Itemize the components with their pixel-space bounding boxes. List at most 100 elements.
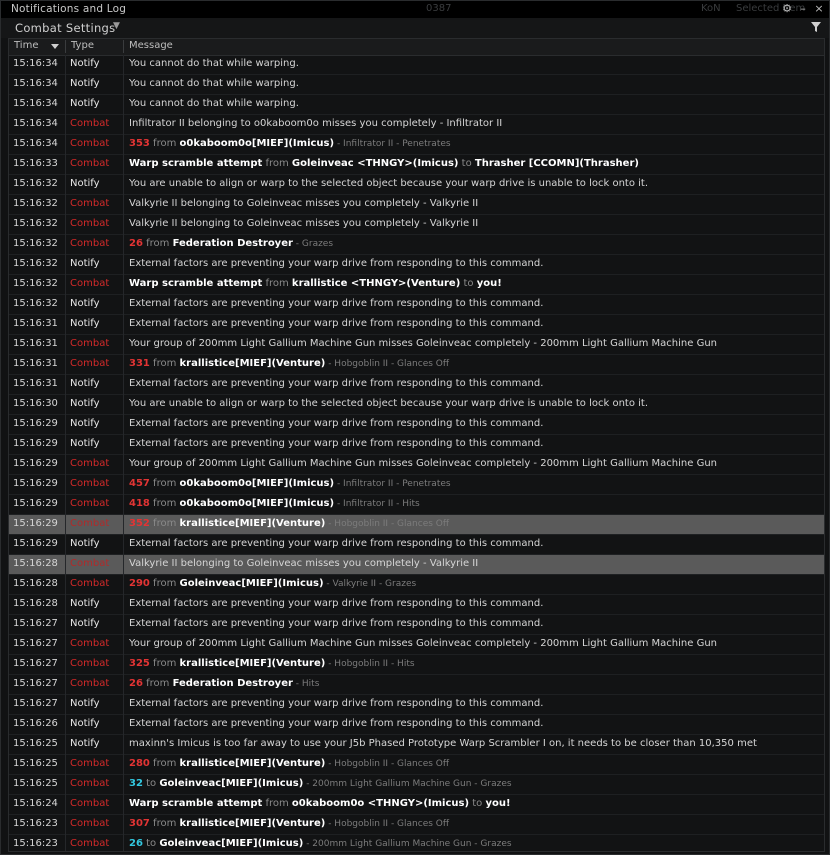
combat-settings-dropdown[interactable]: Combat Settings [15, 21, 115, 35]
log-row[interactable]: 15:16:30 Notify You are unable to align or… [9, 395, 824, 415]
log-row[interactable]: 15:16:34 Combat 353 from o0kaboom0o[MIEF](… [9, 135, 824, 155]
log-row[interactable]: 15:16:27 Combat 26 from Federation Destroy… [9, 675, 824, 695]
message-segment: You cannot do that while warping. [129, 58, 299, 69]
log-row[interactable]: 15:16:32 Notify External factors are preve… [9, 295, 824, 315]
log-row[interactable]: 15:16:31 Notify External factors are preve… [9, 375, 824, 395]
column-resize-handle[interactable] [123, 40, 124, 53]
column-resize-handle[interactable] [65, 40, 66, 53]
message-segment: krallistice[MIEF](Venture) [179, 658, 326, 669]
message-segment: 352 [129, 518, 150, 529]
log-row[interactable]: 15:16:27 Notify External factors are preve… [9, 615, 824, 635]
log-row[interactable]: 15:16:32 Combat 26 from Federation Destroy… [9, 235, 824, 255]
log-type: Combat [70, 358, 110, 369]
log-row[interactable]: 15:16:29 Combat 418 from o0kaboom0o[MIEF](… [9, 495, 824, 515]
column-divider [123, 475, 124, 495]
message-segment: Valkyrie II belonging to Goleinveac miss… [129, 218, 479, 229]
background-ghost-text: 0387 [426, 3, 452, 14]
close-icon[interactable]: × [812, 2, 826, 16]
log-row[interactable]: 15:16:29 Combat Your group of 200mm Light … [9, 455, 824, 475]
log-row[interactable]: 15:16:25 Notify maxinn's Imicus is too far… [9, 735, 824, 755]
column-divider [123, 275, 124, 295]
settings-gear-icon[interactable]: ⚙ [780, 2, 794, 16]
log-row[interactable]: 15:16:32 Combat Warp scramble attempt from… [9, 275, 824, 295]
column-divider [65, 215, 66, 235]
log-type: Notify [70, 58, 100, 69]
log-time: 15:16:32 [13, 218, 58, 229]
column-divider [65, 595, 66, 615]
window-titlebar[interactable]: Notifications and Log 0387 KoN Selected … [1, 1, 829, 19]
column-divider [123, 515, 124, 535]
column-divider [123, 675, 124, 695]
log-row[interactable]: 15:16:34 Notify You cannot do that while w… [9, 95, 824, 115]
log-message: You cannot do that while warping. [129, 58, 299, 69]
column-divider [123, 75, 124, 95]
log-row[interactable]: 15:16:23 Combat 307 from krallistice[MIEF]… [9, 815, 824, 835]
log-row[interactable]: 15:16:31 Notify External factors are preve… [9, 315, 824, 335]
message-segment: 457 [129, 478, 150, 489]
log-row[interactable]: 15:16:31 Combat 331 from krallistice[MIEF]… [9, 355, 824, 375]
chevron-down-icon[interactable]: ▼ [113, 21, 120, 31]
log-row[interactable]: 15:16:25 Combat 280 from krallistice[MIEF]… [9, 755, 824, 775]
log-row[interactable]: 15:16:32 Notify You are unable to align or… [9, 175, 824, 195]
log-message: 325 from krallistice[MIEF](Venture) - Ho… [129, 658, 415, 669]
column-header-type[interactable]: Type [71, 40, 94, 51]
message-segment: Your group of 200mm Light Gallium Machin… [129, 458, 718, 469]
log-row[interactable]: 15:16:25 Combat 32 to Goleinveac[MIEF](Imi… [9, 775, 824, 795]
minimize-icon[interactable]: – [796, 2, 810, 16]
log-row[interactable]: 15:16:32 Notify External factors are preve… [9, 255, 824, 275]
log-row[interactable]: 15:16:24 Combat Warp scramble attempt from… [9, 795, 824, 815]
log-time: 15:16:31 [13, 338, 58, 349]
log-row[interactable]: 15:16:32 Combat Valkyrie II belonging to G… [9, 215, 824, 235]
log-row[interactable]: 15:16:29 Notify External factors are preve… [9, 435, 824, 455]
message-segment: from [262, 158, 292, 169]
message-segment: Your group of 200mm Light Gallium Machin… [129, 638, 718, 649]
sort-descending-icon[interactable] [51, 44, 59, 49]
log-table[interactable]: Time Type Message 15:16:34 Notify You cann… [8, 38, 825, 852]
log-message: External factors are preventing your war… [129, 418, 543, 429]
log-row[interactable]: 15:16:29 Combat 457 from o0kaboom0o[MIEF](… [9, 475, 824, 495]
log-row[interactable]: 15:16:34 Notify You cannot do that while w… [9, 75, 824, 95]
log-row[interactable]: 15:16:29 Notify External factors are preve… [9, 415, 824, 435]
message-segment: - 200mm Light Gallium Machine Gun - Graz… [303, 779, 512, 789]
log-row[interactable]: 15:16:27 Combat 325 from krallistice[MIEF]… [9, 655, 824, 675]
log-row[interactable]: 15:16:32 Combat Valkyrie II belonging to G… [9, 195, 824, 215]
log-row[interactable]: 15:16:29 Combat 352 from krallistice[MIEF]… [9, 515, 824, 535]
log-row[interactable]: 15:16:27 Notify External factors are preve… [9, 695, 824, 715]
message-segment: krallistice[MIEF](Venture) [179, 518, 326, 529]
log-row[interactable]: 15:16:27 Combat Your group of 200mm Light … [9, 635, 824, 655]
log-row[interactable]: 15:16:26 Notify External factors are preve… [9, 715, 824, 735]
table-header: Time Type Message [9, 39, 824, 56]
column-header-message[interactable]: Message [129, 40, 173, 51]
log-row[interactable]: 15:16:29 Notify External factors are preve… [9, 535, 824, 555]
log-row[interactable]: 15:16:28 Combat Valkyrie II belonging to G… [9, 555, 824, 575]
log-time: 15:16:33 [13, 158, 58, 169]
message-segment: from [149, 758, 180, 769]
log-type: Notify [70, 78, 100, 89]
column-divider [123, 755, 124, 775]
log-row[interactable]: 15:16:34 Notify You cannot do that while w… [9, 55, 824, 75]
column-divider [65, 815, 66, 835]
message-segment: External factors are preventing your war… [129, 618, 544, 629]
message-segment: krallistice[MIEF](Venture) [179, 358, 326, 369]
log-time: 15:16:25 [13, 738, 58, 749]
message-segment: Goleinveac <THNGY>(Imicus) [291, 158, 459, 169]
log-row[interactable]: 15:16:31 Combat Your group of 200mm Light … [9, 335, 824, 355]
message-segment: External factors are preventing your war… [129, 438, 544, 449]
log-message: External factors are preventing your war… [129, 298, 543, 309]
column-divider [123, 115, 124, 135]
message-segment: You are unable to align or warp to the s… [129, 178, 648, 189]
log-type: Notify [70, 178, 100, 189]
log-row[interactable]: 15:16:28 Notify External factors are preve… [9, 595, 824, 615]
log-row[interactable]: 15:16:33 Combat Warp scramble attempt from… [9, 155, 824, 175]
log-message: 26 from Federation Destroyer - Grazes [129, 238, 333, 249]
log-type: Combat [70, 558, 110, 569]
log-row[interactable]: 15:16:34 Combat Infiltrator II belonging t… [9, 115, 824, 135]
column-header-time[interactable]: Time [14, 40, 38, 51]
message-segment: 280 [129, 758, 150, 769]
log-row[interactable]: 15:16:28 Combat 290 from Goleinveac[MIEF](… [9, 575, 824, 595]
message-segment: - Hobgoblin II - Glances Off [325, 759, 450, 769]
log-message: External factors are preventing your war… [129, 598, 543, 609]
filter-icon[interactable] [810, 21, 822, 33]
log-row[interactable]: 15:16:23 Combat 26 to Goleinveac[MIEF](Imi… [9, 835, 824, 851]
log-type: Notify [70, 98, 100, 109]
